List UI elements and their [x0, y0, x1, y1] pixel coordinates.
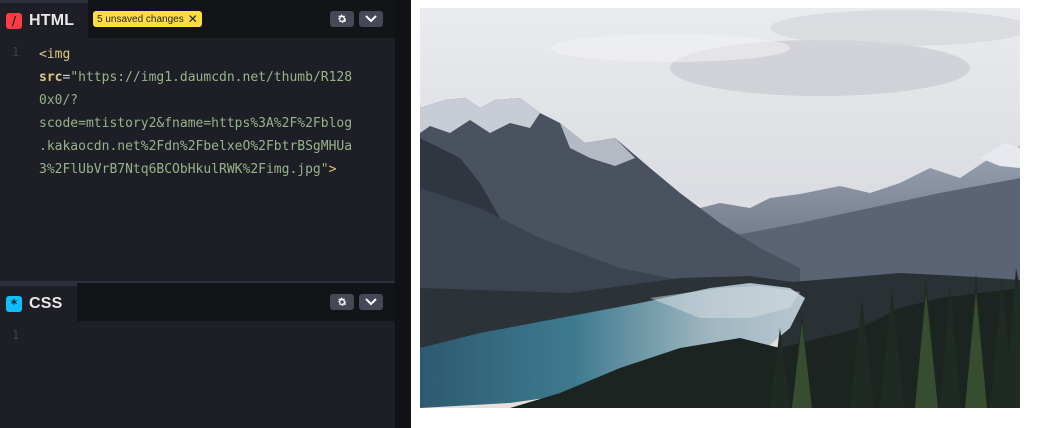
css-pane-header: * CSS	[0, 283, 395, 321]
css-pane-tab[interactable]: * CSS	[0, 283, 77, 321]
css-settings-button[interactable]	[330, 294, 354, 310]
url-string: 0x0/?	[39, 93, 79, 108]
unsaved-changes-text: 5 unsaved changes	[97, 13, 184, 25]
editor-column: / HTML 5 unsaved changes ✕ 1 <img src="h…	[0, 0, 395, 428]
code-line: 0x0/?	[39, 89, 352, 112]
html-code-editor[interactable]: 1 <img src="https://img1.daumcdn.net/thu…	[0, 38, 395, 282]
column-resize-handle[interactable]	[395, 0, 411, 428]
html-pane-tab[interactable]: / HTML	[0, 0, 89, 38]
html-code-lines: <img src="https://img1.daumcdn.net/thumb…	[39, 43, 352, 181]
code-line: 3%2FlUbVrB7Ntq6BCObHkulRWK%2Fimg.jpg">	[39, 158, 352, 181]
css-pane-title: CSS	[29, 294, 63, 312]
url-string: scode=mtistory2&fname=https%3A%2F%2Fblog	[39, 116, 353, 131]
html-pane-header: / HTML 5 unsaved changes ✕	[0, 0, 395, 38]
html-collapse-button[interactable]	[359, 11, 383, 27]
url-string: "https://img1.daumcdn.net/thumb/R128	[70, 70, 353, 85]
code-line: .kakaocdn.net%2Fdn%2FbelxeO%2FbtrBSgMHUa	[39, 135, 352, 158]
html-settings-button[interactable]	[330, 11, 354, 27]
mountain-lake-image	[420, 8, 1020, 408]
css-code-editor[interactable]: 1	[0, 321, 395, 428]
unsaved-changes-badge[interactable]: 5 unsaved changes ✕	[93, 11, 202, 27]
url-string: .kakaocdn.net%2Fdn%2FbelxeO%2FbtrBSgMHUa	[39, 139, 353, 154]
tag-open: <img	[39, 47, 71, 62]
line-number: 1	[12, 45, 20, 59]
css-collapse-button[interactable]	[359, 294, 383, 310]
code-line: src="https://img1.daumcdn.net/thumb/R128	[39, 66, 352, 89]
line-number: 1	[12, 328, 20, 342]
attr-name: src	[39, 70, 63, 85]
html-pane-title: HTML	[29, 11, 75, 29]
css-asterisk-icon: *	[6, 295, 22, 312]
url-string: 3%2FlUbVrB7Ntq6BCObHkulRWK%2Fimg.jpg"	[39, 162, 329, 177]
chevron-down-icon	[365, 15, 377, 23]
code-line: <img	[39, 43, 352, 66]
html-slash-icon: /	[6, 12, 22, 29]
close-icon[interactable]: ✕	[188, 11, 198, 27]
code-line: scode=mtistory2&fname=https%3A%2F%2Fblog	[39, 112, 352, 135]
tag-close: >	[328, 162, 337, 177]
gear-icon	[338, 14, 347, 23]
chevron-down-icon	[365, 298, 377, 306]
gear-icon	[338, 297, 347, 306]
